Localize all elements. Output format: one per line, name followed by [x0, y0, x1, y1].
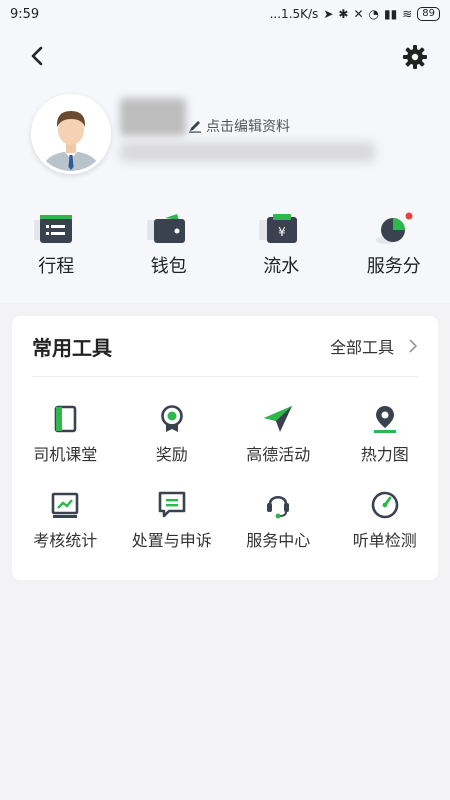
tool-driver-class[interactable]: 司机课堂: [12, 401, 119, 465]
tool-assessment-stats[interactable]: 考核统计: [12, 487, 119, 551]
tool-order-detection[interactable]: 听单检测: [332, 487, 439, 551]
medal-icon: [160, 405, 183, 432]
quick-action-label: 行程: [38, 256, 75, 277]
tool-rewards[interactable]: 奖励: [119, 401, 226, 465]
message-icon: [158, 491, 186, 518]
paper-plane-icon: [264, 406, 293, 432]
edit-profile-label: 点击编辑资料: [206, 119, 290, 135]
tools-card-header: 常用工具 全部工具: [12, 316, 438, 376]
all-tools-label: 全部工具: [329, 338, 394, 357]
quick-actions: 行程 钱包 ¥ 流水 服务分: [0, 212, 450, 278]
tool-label: 听单检测: [352, 531, 417, 550]
svg-text:¥: ¥: [278, 225, 286, 239]
map-pin-icon: [373, 406, 396, 433]
chevron-right-icon: [409, 339, 418, 353]
tool-label: 奖励: [155, 445, 188, 464]
bluetooth-icon: ✱: [338, 7, 349, 21]
tool-label: 服务中心: [246, 531, 311, 550]
status-time: 9:59: [10, 6, 40, 22]
headset-icon: [267, 495, 290, 519]
network-speed: ...1.5K/s: [269, 7, 319, 21]
tool-amap-events[interactable]: 高德活动: [225, 401, 332, 465]
navigation-bar: [0, 40, 450, 74]
battery-level: 89: [417, 7, 440, 21]
quick-action-label: 流水: [263, 256, 300, 277]
blurred-driver-name: [120, 98, 186, 136]
quick-action-trip[interactable]: 行程: [0, 212, 113, 278]
blurred-profile-info: [120, 142, 375, 162]
tool-heatmap[interactable]: 热力图: [332, 401, 439, 465]
tools-grid: 司机课堂 奖励 高德活动 热力图 考核统计 处置与申诉 服务中心 听单检测: [12, 377, 438, 551]
quick-action-label: 钱包: [150, 256, 187, 277]
wallet-icon: [146, 214, 185, 243]
avatar[interactable]: [31, 94, 111, 174]
gear-icon[interactable]: [402, 44, 428, 70]
tool-label: 司机课堂: [33, 445, 98, 464]
trip-icon: [34, 215, 73, 243]
tool-appeals[interactable]: 处置与申诉: [119, 487, 226, 551]
status-icons: ...1.5K/s ➤ ✱ ✕ ◔ ▮▮ ≋ 89: [270, 7, 440, 21]
tool-label: 考核统计: [33, 531, 98, 550]
tool-label: 热力图: [360, 445, 409, 464]
back-arrow-icon[interactable]: [24, 42, 52, 70]
location-icon: ➤: [323, 7, 334, 21]
tool-service-center[interactable]: 服务中心: [225, 487, 332, 551]
service-score-icon: [375, 212, 413, 244]
gauge-icon: [371, 491, 399, 519]
pencil-icon: [189, 121, 201, 133]
book-icon: [54, 405, 77, 433]
header-area: 9:59 ...1.5K/s ➤ ✱ ✕ ◔ ▮▮ ≋ 89 点击编辑资料 行程…: [0, 0, 450, 303]
quick-action-wallet[interactable]: 钱包: [113, 212, 226, 278]
tool-label: 高德活动: [246, 445, 311, 464]
mute-icon: ✕: [353, 7, 364, 21]
wifi-icon: ≋: [402, 7, 413, 21]
tools-card: 常用工具 全部工具 司机课堂 奖励 高德活动 热力图 考核统计 处置与申诉 服务…: [12, 316, 438, 580]
tools-card-title: 常用工具: [32, 335, 112, 360]
alarm-icon: ◔: [368, 7, 379, 21]
status-bar: 9:59 ...1.5K/s ➤ ✱ ✕ ◔ ▮▮ ≋ 89: [0, 0, 450, 28]
ledger-icon: ¥: [259, 214, 298, 243]
quick-action-service-score[interactable]: 服务分: [338, 212, 450, 278]
tool-label: 处置与申诉: [131, 531, 212, 550]
chart-icon: [51, 492, 79, 518]
all-tools-link[interactable]: 全部工具: [330, 334, 418, 358]
edit-profile-link[interactable]: 点击编辑资料: [188, 116, 290, 136]
driver-avatar-icon: [34, 97, 108, 171]
signal-icon: ▮▮: [383, 7, 398, 21]
quick-action-ledger[interactable]: ¥ 流水: [225, 212, 338, 278]
quick-action-label: 服务分: [366, 256, 421, 277]
